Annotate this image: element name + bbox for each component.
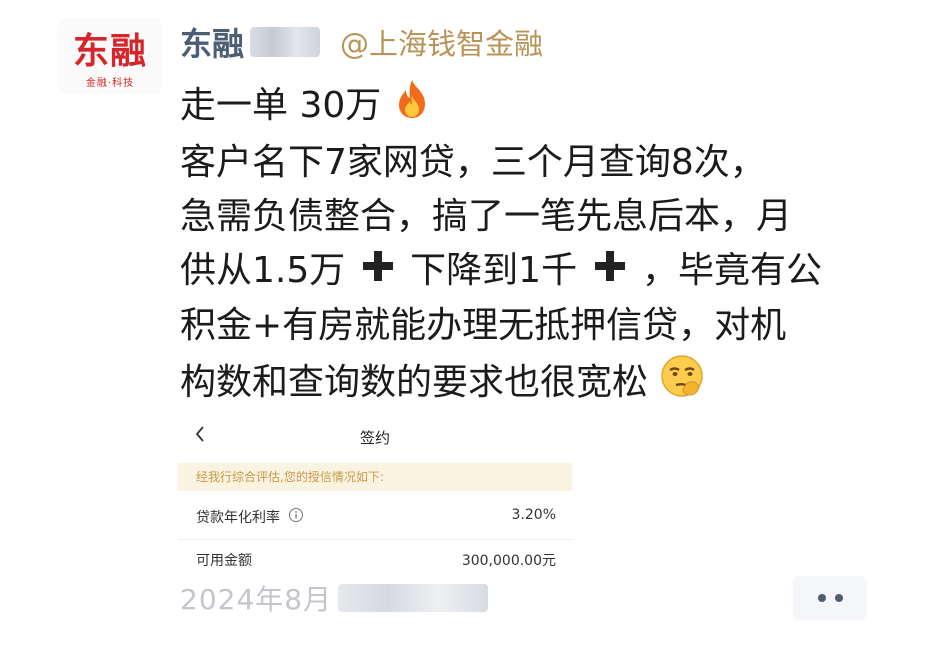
rate-row: 贷款年化利率 3.20% [178, 491, 572, 540]
post-line: 急需负债整合，搞了一笔先息后本，月 [180, 196, 793, 237]
screenshot-title: 签约 [359, 429, 390, 447]
amount-value: 300,000.00元 [461, 553, 556, 569]
rate-label: 贷款年化利率 [196, 510, 280, 526]
smirk-emoji-icon [659, 353, 705, 415]
post-text: ，毕竟有公 [641, 250, 822, 291]
post-body: 走一单 30万 客户名下7家网贷，三个月查询8次， 急需负债整合，搞了一笔先息后… [180, 78, 880, 415]
date-redaction [338, 584, 489, 612]
amount-row: 可用金额 300,000.00元 [178, 540, 572, 573]
post-text: 下降到1千 [410, 250, 578, 291]
screenshot-header: 签约 [178, 405, 572, 463]
post-line: 供从1.5万 下降到1千 ，毕竟有公 [180, 244, 880, 299]
more-dot-icon [817, 594, 826, 602]
post-text: 走一单 30万 [180, 85, 382, 126]
plus-icon [593, 245, 627, 299]
post-footer: 2024年8月 [180, 578, 489, 618]
more-dot-icon [834, 594, 843, 602]
plus-icon [361, 245, 395, 299]
post-line: 积金+有房就能办理无抵押信贷，对机 [180, 305, 787, 346]
name-redaction [250, 27, 321, 57]
post-line: 走一单 30万 [180, 78, 880, 136]
author-row: 东融 @上海钱智金融 [180, 18, 543, 66]
author-name[interactable]: 东融 [180, 19, 244, 65]
logo-subtext: 金融·科技 [85, 78, 135, 89]
rate-value: 3.20% [511, 507, 556, 523]
credit-banner: 经我行综合评估,您的授信情况如下: [178, 463, 572, 491]
fire-emoji-icon [393, 78, 431, 136]
info-icon [288, 507, 304, 527]
author-org-handle[interactable]: @上海钱智金融 [340, 21, 543, 63]
post-line: 客户名下7家网贷，三个月查询8次， [180, 142, 766, 183]
post-text: 供从1.5万 [180, 250, 346, 291]
amount-label: 可用金额 [196, 553, 252, 569]
more-options-button[interactable] [793, 576, 867, 620]
author-avatar[interactable]: 东融 金融·科技 [58, 18, 162, 94]
signing-screenshot[interactable]: 签约 经我行综合评估,您的授信情况如下: 贷款年化利率 3.20% 可用金额 3… [178, 405, 572, 573]
post-text: 构数和查询数的要求也很宽松 [180, 362, 649, 403]
logo-text: 东融 [72, 31, 147, 72]
post-date: 2024年8月 [180, 583, 333, 616]
